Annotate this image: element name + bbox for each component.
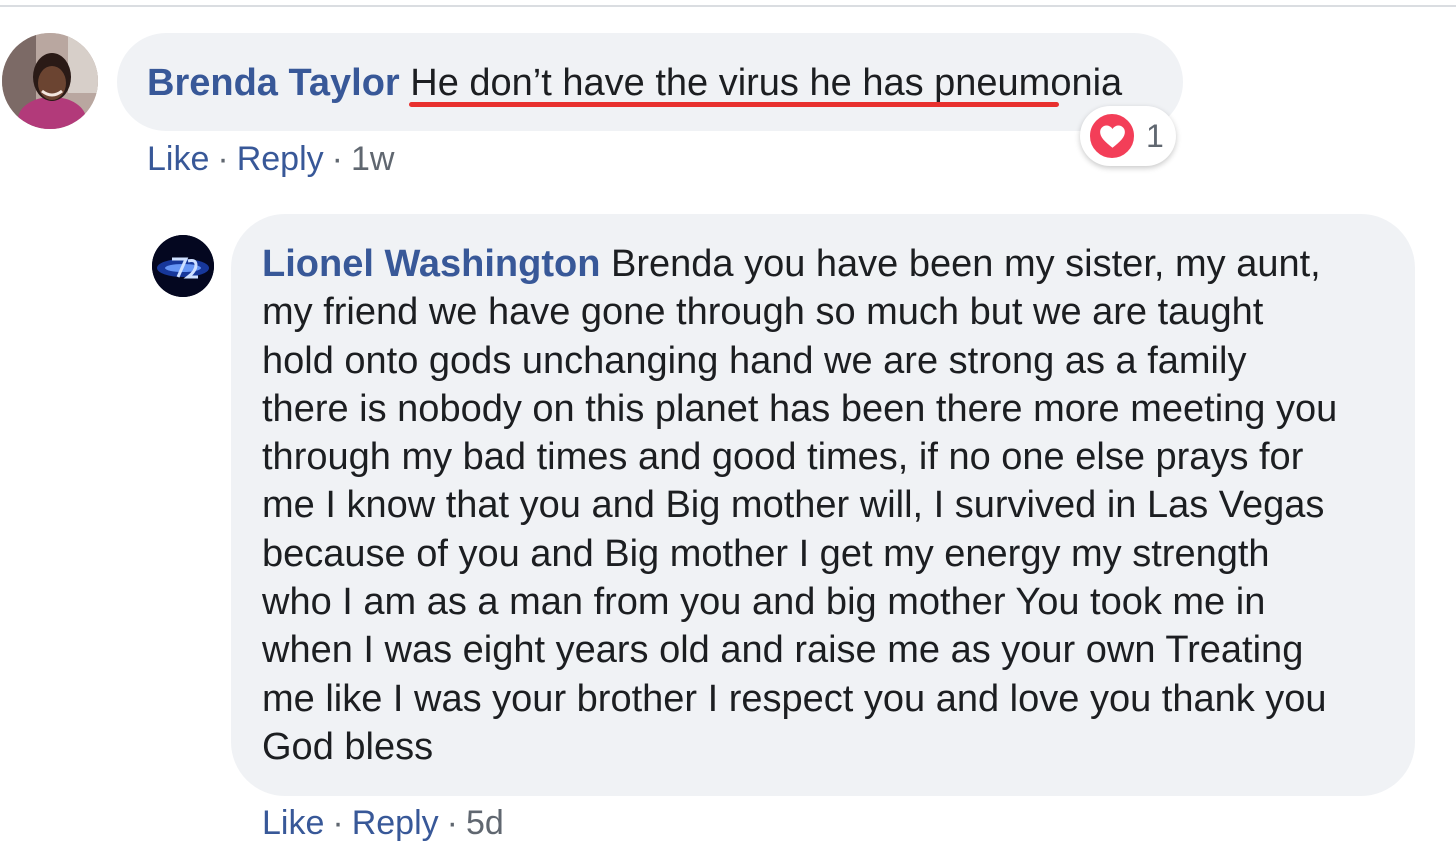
comment-line: my friend we have gone through so much b… [262,291,1264,334]
separator-dot: · [446,804,458,842]
like-button[interactable]: Like [262,804,324,842]
comment-line: me like I was your brother I respect you… [262,677,1327,720]
comment-text-brenda: Brenda Taylor He don’t have the virus he… [147,59,1122,107]
separator-dot: · [217,140,229,178]
comment-line: because of you and Big mother I get my e… [262,532,1270,575]
comment-actions-lionel: Like · Reply · 5d [262,803,504,843]
heart-icon [1088,112,1136,160]
red-underline-annotation [409,102,1059,107]
author-name[interactable]: Lionel Washington [262,243,600,285]
timestamp[interactable]: 5d [466,804,504,842]
avatar-lionel-washington[interactable] [152,235,214,297]
comment-line: Brenda you have been my sister, my aunt, [611,243,1321,285]
top-divider [0,0,1456,7]
profile-logo-icon [152,235,214,297]
comment-line: when I was eight years old and raise me … [262,629,1304,672]
reply-button[interactable]: Reply [237,140,324,178]
timestamp[interactable]: 1w [351,140,394,178]
separator-dot: · [331,140,343,178]
like-button[interactable]: Like [147,140,209,178]
comment-line: through my bad times and good times, if … [262,436,1304,479]
comment-line: hold onto gods unchanging hand we are st… [262,339,1247,382]
separator-dot: · [332,804,344,842]
reaction-summary[interactable]: 1 [1080,106,1176,166]
comment-line: me I know that you and Big mother will, … [262,484,1325,527]
profile-photo-icon [2,33,98,129]
comment-line: God bless [262,725,434,768]
comment-text-lionel: Lionel Washington Brenda you have been m… [262,240,1392,771]
comment-body: He don’t have the virus he has pneumonia [410,62,1123,104]
comment-actions-brenda: Like · Reply · 1w [147,139,394,179]
author-name[interactable]: Brenda Taylor [147,62,400,104]
comment-line: there is nobody on this planet has been … [262,387,1338,430]
reaction-count: 1 [1146,118,1164,154]
comment-line: who I am as a man from you and big mothe… [262,581,1266,624]
reply-button[interactable]: Reply [352,804,439,842]
avatar-brenda-taylor[interactable] [2,33,98,129]
